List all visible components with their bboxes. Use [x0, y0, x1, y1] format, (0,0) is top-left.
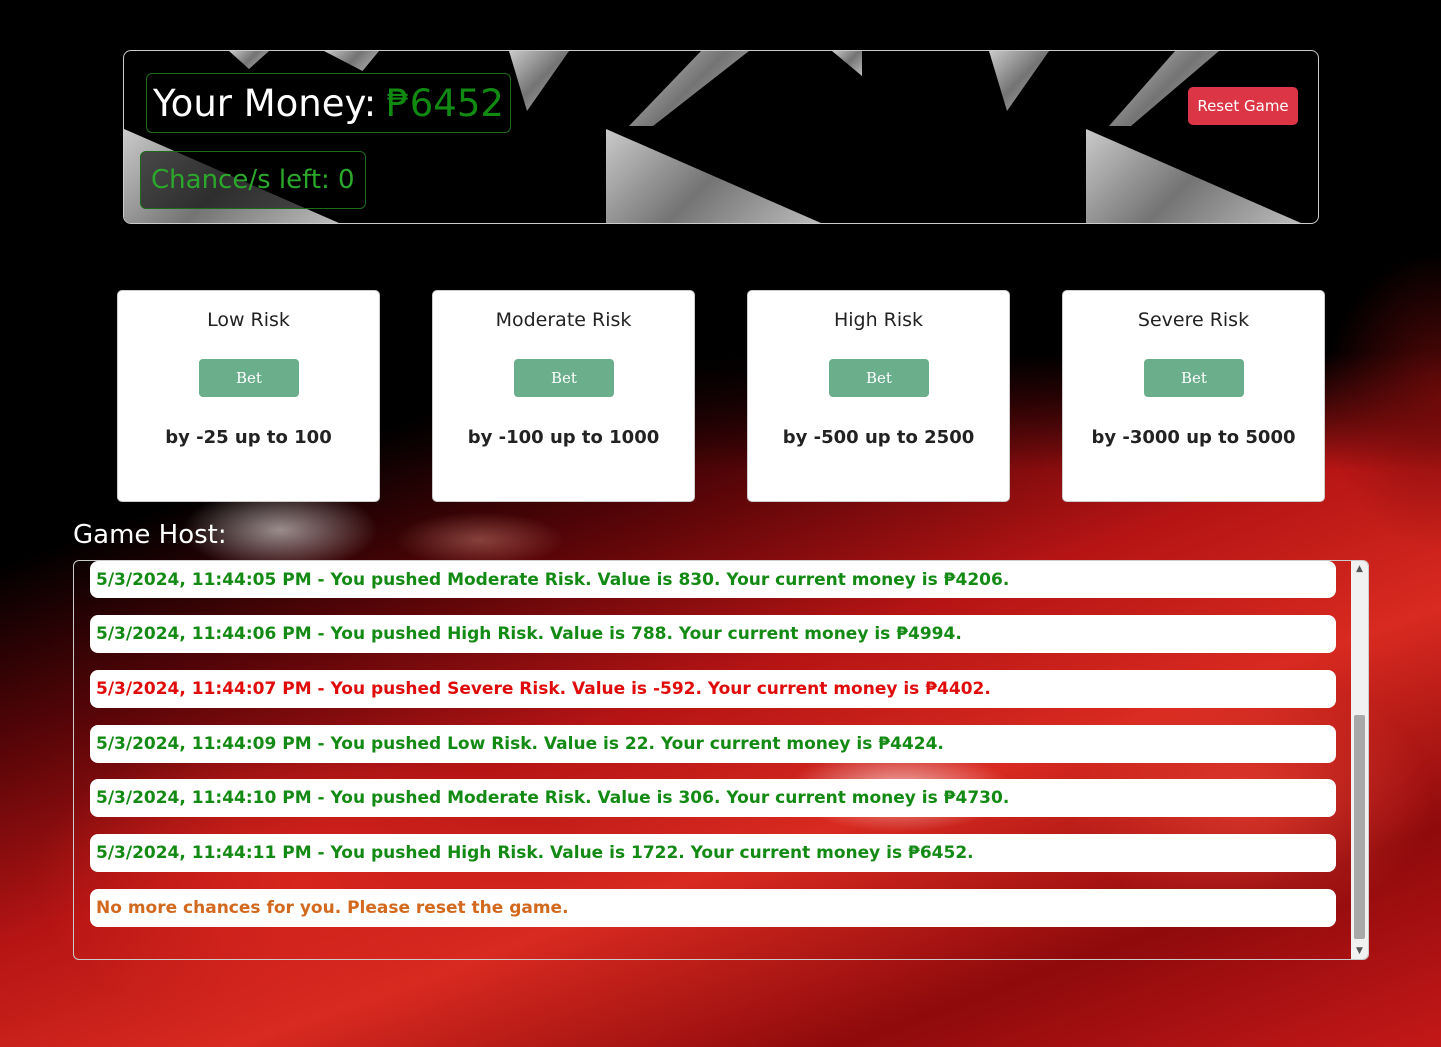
risk-card-low: Low Risk Bet by -25 up to 100 — [117, 290, 380, 502]
bet-moderate-risk-button[interactable]: Bet — [514, 359, 614, 397]
reset-game-button[interactable]: Reset Game — [1188, 87, 1298, 125]
log-message: 5/3/2024, 11:44:10 PM - You pushed Moder… — [90, 779, 1336, 817]
log-scrollbar[interactable]: ▲ ▼ — [1351, 561, 1368, 959]
money-value: ₱6452 — [386, 81, 504, 125]
risk-card-title: Severe Risk — [1137, 309, 1250, 331]
risk-card-moderate: Moderate Risk Bet by -100 up to 1000 — [432, 290, 695, 502]
scrollbar-thumb[interactable] — [1354, 715, 1365, 939]
risk-card-range: by -100 up to 1000 — [467, 427, 660, 448]
money-label: Your Money: — [153, 81, 377, 125]
risk-card-range: by -25 up to 100 — [165, 427, 332, 448]
money-shard-decoration — [509, 51, 569, 111]
money-header-panel: Your Money: ₱6452 Chance/s left: 0 Reset… — [123, 50, 1319, 224]
risk-card-range: by -500 up to 2500 — [782, 427, 975, 448]
bet-severe-risk-button[interactable]: Bet — [1144, 359, 1244, 397]
risk-card-title: Low Risk — [207, 309, 290, 331]
risk-card-range: by -3000 up to 5000 — [1091, 427, 1296, 448]
log-message: 5/3/2024, 11:44:07 PM - You pushed Sever… — [90, 670, 1336, 708]
scroll-down-arrow-icon[interactable]: ▼ — [1351, 943, 1368, 959]
money-shard-decoration — [832, 51, 862, 76]
log-message: 5/3/2024, 11:44:05 PM - You pushed Moder… — [90, 561, 1336, 598]
chances-left-text: Chance/s left: 0 — [151, 165, 355, 195]
money-shard-decoration — [229, 51, 269, 69]
money-shard-decoration — [606, 129, 821, 223]
risk-card-title: High Risk — [833, 309, 924, 331]
log-message: 5/3/2024, 11:44:11 PM - You pushed High … — [90, 834, 1336, 872]
chances-display: Chance/s left: 0 — [140, 151, 366, 209]
log-message: 5/3/2024, 11:44:09 PM - You pushed Low R… — [90, 725, 1336, 763]
background-glow — [1321, 250, 1441, 550]
money-shard-decoration — [1086, 129, 1301, 223]
risk-card-severe: Severe Risk Bet by -3000 up to 5000 — [1062, 290, 1325, 502]
money-shard-decoration — [989, 51, 1049, 111]
risk-card-title: Moderate Risk — [495, 309, 632, 331]
game-host-log[interactable]: 5/3/2024, 11:44:05 PM - You pushed Moder… — [73, 560, 1369, 960]
bet-high-risk-button[interactable]: Bet — [829, 359, 929, 397]
scroll-up-arrow-icon[interactable]: ▲ — [1351, 561, 1368, 577]
money-shard-decoration — [629, 51, 749, 126]
log-message: 5/3/2024, 11:44:06 PM - You pushed High … — [90, 615, 1336, 653]
money-shard-decoration — [324, 51, 379, 71]
game-host-label: Game Host: — [73, 520, 227, 550]
money-display: Your Money: ₱6452 — [146, 73, 511, 133]
risk-card-high: High Risk Bet by -500 up to 2500 — [747, 290, 1010, 502]
bet-low-risk-button[interactable]: Bet — [199, 359, 299, 397]
log-message: No more chances for you. Please reset th… — [90, 889, 1336, 927]
